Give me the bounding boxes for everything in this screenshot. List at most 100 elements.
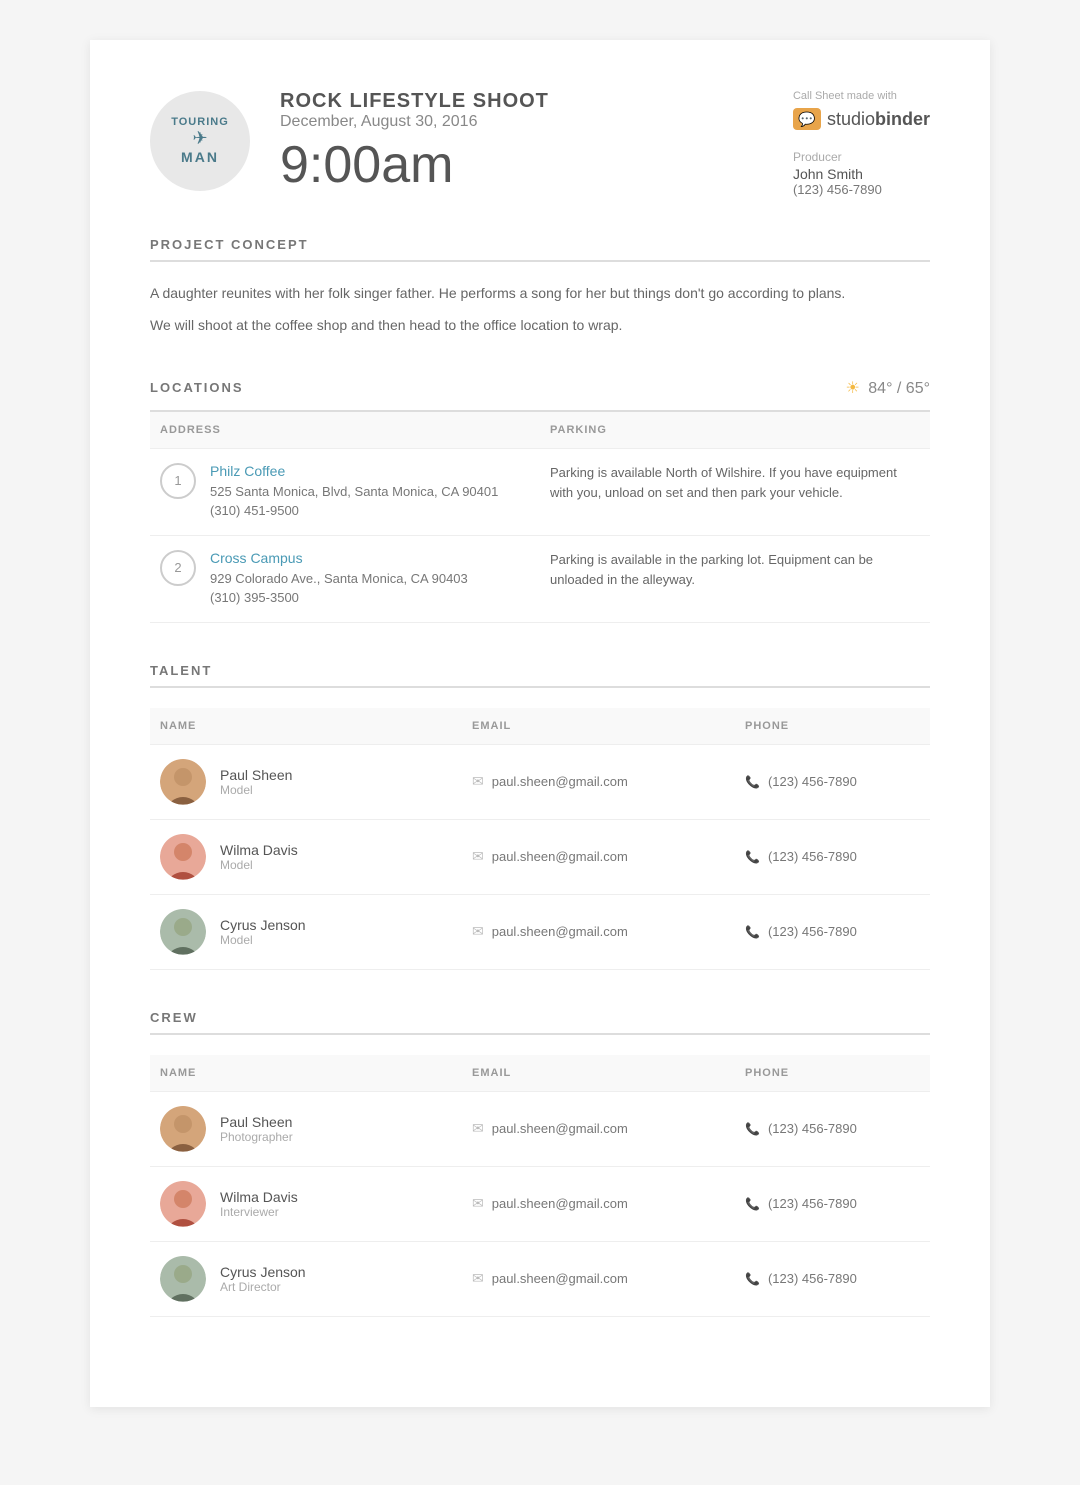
phone-icon: 📞 — [745, 775, 760, 789]
project-date: December, August 30, 2016 — [280, 113, 549, 131]
crew-col-name: NAME — [150, 1055, 462, 1092]
logo-circle: TOURING ✈ MAN — [150, 91, 250, 191]
avatar — [160, 759, 206, 805]
person-name: Wilma Davis — [220, 1189, 298, 1205]
loc-col-parking: PARKING — [540, 412, 930, 449]
person-info: Paul SheenPhotographer — [220, 1114, 293, 1144]
locations-header: LOCATIONS ☀ 84° / 65° — [150, 378, 930, 398]
concept-line1: A daughter reunites with her folk singer… — [150, 282, 930, 306]
person-role: Interviewer — [220, 1205, 298, 1219]
person-role: Photographer — [220, 1130, 293, 1144]
concept-line2: We will shoot at the coffee shop and the… — [150, 314, 930, 338]
location-row: 1 Philz Coffee525 Santa Monica, Blvd, San… — [150, 448, 930, 535]
person-email: paul.sheen@gmail.com — [492, 924, 628, 939]
person-info: Paul SheenModel — [220, 767, 292, 797]
producer-phone: (123) 456-7890 — [793, 182, 930, 197]
header-left: TOURING ✈ MAN ROCK LIFESTYLE SHOOT Decem… — [150, 90, 549, 191]
person-email-cell: ✉ paul.sheen@gmail.com — [462, 1091, 735, 1166]
sb-icon: 💬 — [793, 108, 821, 130]
person-info: Cyrus JensonArt Director — [220, 1264, 306, 1294]
person-email: paul.sheen@gmail.com — [492, 1271, 628, 1286]
talent-title: TALENT — [150, 663, 930, 688]
person-phone-cell: 📞(123) 456-7890 — [735, 744, 930, 819]
person-info: Cyrus JensonModel — [220, 917, 306, 947]
concept-title: PROJECT CONCEPT — [150, 237, 930, 262]
weather-temp: 84° / 65° — [868, 380, 930, 397]
weather: ☀ 84° / 65° — [845, 378, 930, 398]
person-phone-cell: 📞 (123) 456-7890 — [735, 1241, 930, 1316]
logo-bottom-text: MAN — [181, 149, 219, 165]
person-phone: (123) 456-7890 — [768, 924, 857, 939]
table-row: Wilma DavisInterviewer ✉ paul.sheen@gmail.… — [150, 1166, 930, 1241]
crew-title: CREW — [150, 1010, 930, 1035]
talent-section: TALENT NAME EMAIL PHONE Paul SheenModel✉… — [150, 663, 930, 970]
locations-table: ADDRESS PARKING 1 Philz Coffee525 Santa M… — [150, 412, 930, 623]
phone-icon: 📞 — [745, 1272, 760, 1286]
talent-col-email: EMAIL — [462, 708, 735, 745]
project-title: ROCK LIFESTYLE SHOOT — [280, 90, 549, 113]
talent-col-name: NAME — [150, 708, 462, 745]
location-info: Philz Coffee525 Santa Monica, Blvd, Sant… — [210, 463, 498, 521]
person-email: paul.sheen@gmail.com — [492, 1196, 628, 1211]
crew-table: NAME EMAIL PHONE Paul SheenPhotographer ✉… — [150, 1055, 930, 1317]
person-role: Model — [220, 783, 292, 797]
person-email-cell: ✉ paul.sheen@gmail.com — [462, 1166, 735, 1241]
avatar — [160, 909, 206, 955]
location-row: 2 Cross Campus929 Colorado Ave., Santa Mo… — [150, 535, 930, 622]
person-role: Art Director — [220, 1280, 306, 1294]
logo-top-text: TOURING — [171, 116, 229, 128]
person-name: Cyrus Jenson — [220, 917, 306, 933]
person-email: paul.sheen@gmail.com — [492, 1121, 628, 1136]
avatar — [160, 834, 206, 880]
header-right: Call Sheet made with 💬 studiobinder Prod… — [793, 90, 930, 197]
avatar — [160, 1106, 206, 1152]
person-email-cell: ✉ paul.sheen@gmail.com — [462, 1241, 735, 1316]
person-phone-cell: 📞(123) 456-7890 — [735, 1091, 930, 1166]
location-number: 1 — [160, 463, 196, 499]
person-info: Wilma DavisInterviewer — [220, 1189, 298, 1219]
person-info: Wilma DavisModel — [220, 842, 298, 872]
table-row: Paul SheenPhotographer ✉ paul.sheen@gmail.… — [150, 1091, 930, 1166]
location-phone: (310) 451-9500 — [210, 501, 498, 521]
person-phone: (123) 456-7890 — [768, 1196, 857, 1211]
plane-icon: ✈ — [192, 128, 207, 149]
email-icon: ✉ — [472, 1120, 484, 1137]
locations-section: LOCATIONS ☀ 84° / 65° ADDRESS PARKING 1P… — [150, 378, 930, 623]
location-number: 2 — [160, 550, 196, 586]
person-email: paul.sheen@gmail.com — [492, 849, 628, 864]
header: TOURING ✈ MAN ROCK LIFESTYLE SHOOT Decem… — [150, 90, 930, 197]
person-phone: (123) 456-7890 — [768, 1121, 857, 1136]
email-icon: ✉ — [472, 773, 484, 790]
person-role: Model — [220, 858, 298, 872]
producer-label: Producer — [793, 150, 930, 164]
person-phone-cell: 📞(123) 456-7890 — [735, 894, 930, 969]
talent-col-phone: PHONE — [735, 708, 930, 745]
concept-section: PROJECT CONCEPT A daughter reunites with… — [150, 237, 930, 338]
crew-col-email: EMAIL — [462, 1055, 735, 1092]
location-parking: Parking is available North of Wilshire. … — [540, 448, 930, 535]
person-name: Cyrus Jenson — [220, 1264, 306, 1280]
locations-title: LOCATIONS — [150, 380, 244, 395]
person-phone-cell: 📞(123) 456-7890 — [735, 1166, 930, 1241]
person-email: paul.sheen@gmail.com — [492, 774, 628, 789]
location-info: Cross Campus929 Colorado Ave., Santa Mon… — [210, 550, 468, 608]
location-address: 929 Colorado Ave., Santa Monica, CA 9040… — [210, 569, 468, 589]
sun-icon: ☀ — [845, 380, 859, 397]
crew-col-phone: PHONE — [735, 1055, 930, 1092]
avatar — [160, 1181, 206, 1227]
loc-col-address: ADDRESS — [150, 412, 540, 449]
person-phone: (123) 456-7890 — [768, 1271, 857, 1286]
location-name: Philz Coffee — [210, 463, 498, 479]
email-icon: ✉ — [472, 923, 484, 940]
project-info: ROCK LIFESTYLE SHOOT December, August 30… — [280, 90, 549, 191]
table-row: Paul SheenModel ✉ paul.sheen@gmail.com 📞(12… — [150, 744, 930, 819]
person-name: Paul Sheen — [220, 767, 292, 783]
producer-name: John Smith — [793, 166, 930, 182]
page: TOURING ✈ MAN ROCK LIFESTYLE SHOOT Decem… — [90, 40, 990, 1407]
table-row: Cyrus JensonArt Director ✉ paul.sheen@gmai… — [150, 1241, 930, 1316]
location-phone: (310) 395-3500 — [210, 588, 468, 608]
table-row: Cyrus JensonModel ✉ paul.sheen@gmail.com 📞(… — [150, 894, 930, 969]
person-email-cell: ✉ paul.sheen@gmail.com — [462, 744, 735, 819]
email-icon: ✉ — [472, 1270, 484, 1287]
email-icon: ✉ — [472, 1195, 484, 1212]
